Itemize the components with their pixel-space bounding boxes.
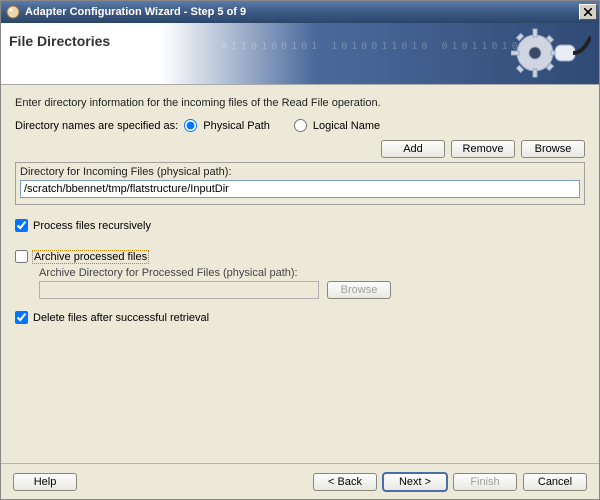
app-icon — [5, 4, 21, 20]
incoming-dir-input[interactable] — [20, 180, 580, 198]
wizard-banner: File Directories 0110100101 1010011010 0… — [1, 23, 599, 85]
recursive-row: Process files recursively — [15, 219, 585, 232]
physical-path-label: Physical Path — [203, 120, 270, 132]
page-title: File Directories — [9, 33, 161, 49]
title-bar: Adapter Configuration Wizard - Step 5 of… — [1, 1, 599, 23]
archive-files-checkbox[interactable] — [15, 250, 28, 263]
gear-plug-icon — [511, 25, 591, 84]
close-button[interactable] — [579, 4, 597, 20]
delete-after-retrieval-label: Delete files after successful retrieval — [33, 312, 209, 324]
wizard-footer: Help < Back Next > Finish Cancel — [1, 463, 599, 499]
window-title: Adapter Configuration Wizard - Step 5 of… — [25, 6, 579, 18]
physical-path-radio[interactable] — [184, 119, 197, 132]
finish-button: Finish — [453, 473, 517, 491]
directory-spec-label: Directory names are specified as: — [15, 120, 178, 132]
add-button[interactable]: Add — [381, 140, 445, 158]
help-button[interactable]: Help — [13, 473, 77, 491]
delete-after-retrieval-checkbox[interactable] — [15, 311, 28, 324]
process-recursively-checkbox[interactable] — [15, 219, 28, 232]
archive-row: Archive processed files — [15, 250, 585, 263]
process-recursively-label: Process files recursively — [33, 220, 151, 232]
logical-name-label: Logical Name — [313, 120, 380, 132]
archive-browse-button: Browse — [327, 281, 391, 299]
archive-files-label: Archive processed files — [33, 251, 148, 263]
incoming-dir-label: Directory for Incoming Files (physical p… — [20, 166, 580, 178]
back-button[interactable]: < Back — [313, 473, 377, 491]
remove-button[interactable]: Remove — [451, 140, 515, 158]
logical-name-radio[interactable] — [294, 119, 307, 132]
browse-button[interactable]: Browse — [521, 140, 585, 158]
archive-dir-input — [39, 281, 319, 299]
directory-spec-row: Directory names are specified as: Physic… — [15, 119, 585, 132]
cancel-button[interactable]: Cancel — [523, 473, 587, 491]
archive-dir-label: Archive Directory for Processed Files (p… — [39, 267, 585, 279]
intro-text: Enter directory information for the inco… — [15, 97, 585, 109]
wizard-content: Enter directory information for the inco… — [1, 85, 599, 463]
incoming-dir-group: Directory for Incoming Files (physical p… — [15, 162, 585, 205]
delete-row: Delete files after successful retrieval — [15, 311, 585, 324]
next-button[interactable]: Next > — [383, 473, 447, 491]
